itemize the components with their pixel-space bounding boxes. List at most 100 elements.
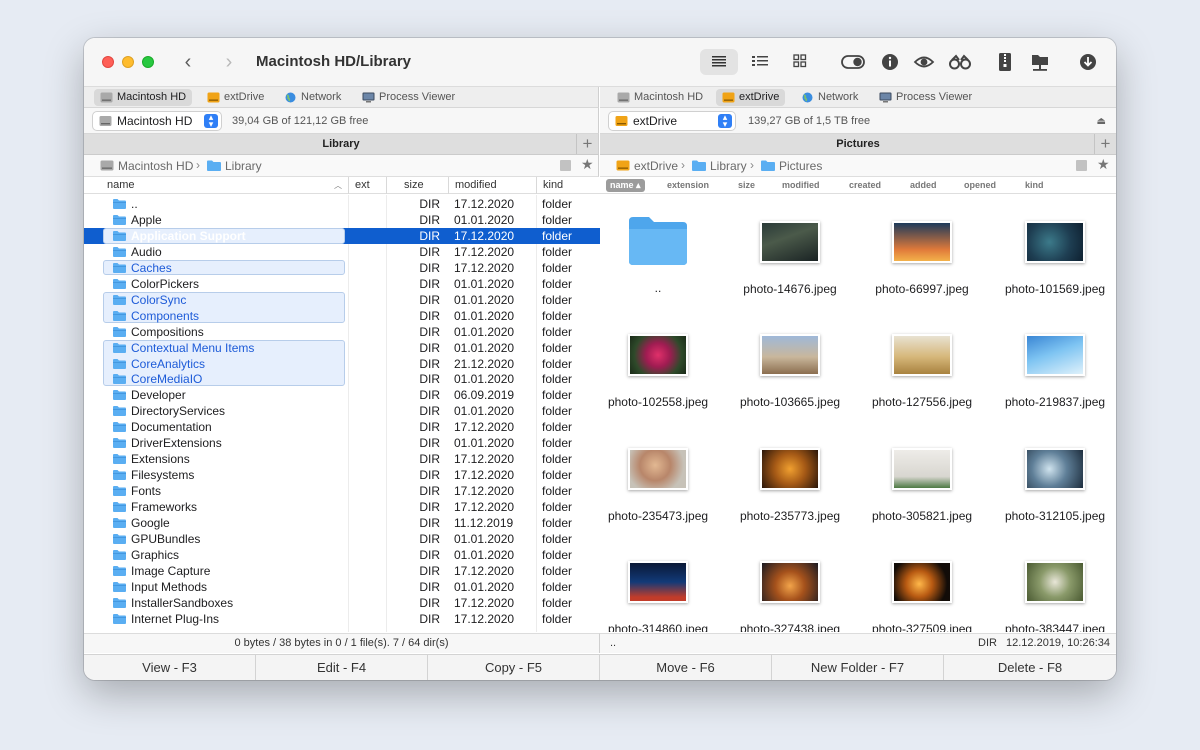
- thumbnail-view-icon[interactable]: [781, 49, 819, 75]
- column-header-ext[interactable]: ext: [348, 177, 386, 194]
- file-row[interactable]: Internet Plug-Ins DIR 17.12.2020 folder: [84, 611, 600, 627]
- file-row[interactable]: CoreAnalytics DIR 21.12.2020 folder: [84, 356, 600, 372]
- column-header-kind[interactable]: kind: [536, 177, 600, 194]
- file-row[interactable]: DriverExtensions DIR 01.01.2020 folder: [84, 435, 600, 451]
- breadcrumb-item[interactable]: Library: [207, 159, 262, 173]
- zoom-window-button[interactable]: [142, 56, 154, 68]
- right-drive-select[interactable]: extDrive ▴ ▾: [608, 111, 736, 131]
- breadcrumb-item[interactable]: Library: [692, 159, 747, 173]
- eye-icon[interactable]: [913, 51, 935, 73]
- download-icon[interactable]: [1077, 51, 1099, 73]
- fkey-move-button[interactable]: Move - F6: [600, 655, 772, 680]
- file-row[interactable]: Fonts DIR 17.12.2020 folder: [84, 483, 600, 499]
- file-name: Filesystems: [131, 468, 195, 483]
- file-row[interactable]: Developer DIR 06.09.2019 folder: [84, 387, 600, 403]
- column-header-name[interactable]: name ▴: [606, 179, 645, 192]
- file-row[interactable]: .. DIR 17.12.2020 folder: [84, 196, 600, 212]
- file-row[interactable]: Extensions DIR 17.12.2020 folder: [84, 451, 600, 467]
- file-row[interactable]: Audio DIR 17.12.2020 folder: [84, 244, 600, 260]
- breadcrumb-item[interactable]: Pictures: [761, 159, 822, 173]
- file-row[interactable]: Frameworks DIR 17.12.2020 folder: [84, 499, 600, 515]
- hard-drive-icon: [100, 160, 114, 171]
- star-icon[interactable]: ★: [581, 156, 594, 173]
- file-size: DIR: [419, 228, 440, 243]
- tab-network[interactable]: Network: [278, 89, 347, 106]
- file-row[interactable]: Application Support DIR 17.12.2020 folder: [84, 227, 600, 244]
- file-name: DirectoryServices: [131, 404, 226, 419]
- column-header-size[interactable]: size: [738, 179, 755, 192]
- column-header-created[interactable]: created: [849, 179, 881, 192]
- file-row[interactable]: ColorPickers DIR 01.01.2020 folder: [84, 276, 600, 292]
- file-row[interactable]: Apple DIR 01.01.2020 folder: [84, 212, 600, 228]
- file-row[interactable]: Caches DIR 17.12.2020 folder: [84, 260, 600, 276]
- file-row[interactable]: Documentation DIR 17.12.2020 folder: [84, 419, 600, 435]
- tab-extdrive[interactable]: extDrive: [201, 89, 270, 106]
- binoculars-icon[interactable]: [948, 51, 971, 73]
- file-row[interactable]: Image Capture DIR 17.12.2020 folder: [84, 563, 600, 579]
- drive-stepper-icon[interactable]: ▴ ▾: [718, 113, 732, 129]
- file-row[interactable]: Contextual Menu Items DIR 01.01.2020 folder: [84, 340, 600, 356]
- tab-network[interactable]: Network: [795, 89, 864, 106]
- star-icon[interactable]: ★: [1097, 156, 1110, 173]
- close-window-button[interactable]: [102, 56, 114, 68]
- column-header-added[interactable]: added: [910, 179, 937, 192]
- right-panel-header: Pictures +: [600, 134, 1116, 155]
- file-row[interactable]: Filesystems DIR 17.12.2020 folder: [84, 467, 600, 483]
- square-icon[interactable]: [560, 160, 571, 171]
- file-row[interactable]: Components DIR 01.01.2020 folder: [84, 308, 600, 324]
- file-row[interactable]: InstallerSandboxes DIR 17.12.2020 folder: [84, 595, 600, 611]
- info-icon[interactable]: [879, 51, 901, 73]
- network-folder-icon[interactable]: [1029, 51, 1051, 73]
- file-size: DIR: [419, 197, 440, 211]
- fkey-edit-button[interactable]: Edit - F4: [256, 655, 428, 680]
- tab-macintosh-hd[interactable]: Macintosh HD: [94, 89, 193, 106]
- folder-icon: [113, 406, 126, 417]
- file-row[interactable]: Google DIR 11.12.2019 folder: [84, 515, 600, 531]
- breadcrumb-item[interactable]: extDrive: [616, 159, 678, 173]
- file-row[interactable]: Graphics DIR 01.01.2020 folder: [84, 547, 600, 563]
- tab-process-viewer[interactable]: Process Viewer: [356, 89, 461, 106]
- eject-icon[interactable]: ⏏: [1097, 116, 1106, 127]
- back-arrow-icon[interactable]: ‹: [177, 52, 199, 74]
- fkey-delete-button[interactable]: Delete - F8: [944, 655, 1116, 680]
- detail-view-icon[interactable]: [741, 49, 779, 75]
- folder-icon: [113, 549, 126, 560]
- tab-extdrive[interactable]: extDrive: [716, 89, 786, 106]
- square-icon[interactable]: [1076, 160, 1087, 171]
- fkey-new-folder-button[interactable]: New Folder - F7: [772, 655, 944, 680]
- list-view-icon[interactable]: [700, 49, 738, 75]
- right-column-headers: name ▴ extension size modified created a…: [600, 177, 1116, 194]
- column-header-name[interactable]: name ︿: [101, 177, 348, 194]
- file-name: photo-66997.jpeg: [875, 282, 969, 296]
- minimize-window-button[interactable]: [122, 56, 134, 68]
- drive-stepper-icon[interactable]: ▴ ▾: [204, 113, 218, 129]
- fkey-view-button[interactable]: View - F3: [84, 655, 256, 680]
- file-row[interactable]: GPUBundles DIR 01.01.2020 folder: [84, 531, 600, 547]
- column-header-size[interactable]: size: [386, 177, 448, 194]
- column-header-modified[interactable]: modified: [782, 179, 820, 192]
- column-header-extension[interactable]: extension: [667, 179, 709, 192]
- breadcrumb-item[interactable]: Macintosh HD: [100, 159, 193, 173]
- file-row[interactable]: CoreMediaIO DIR 01.01.2020 folder: [84, 371, 600, 387]
- tab-macintosh-hd[interactable]: Macintosh HD: [611, 89, 709, 106]
- left-drive-select[interactable]: Macintosh HD ▴ ▾: [92, 111, 222, 131]
- file-modified: 01.01.2020: [454, 436, 515, 451]
- tab-process-viewer[interactable]: Process Viewer: [873, 89, 978, 106]
- archive-icon[interactable]: [994, 51, 1016, 73]
- column-header-opened[interactable]: opened: [964, 179, 996, 192]
- column-header-modified[interactable]: modified: [448, 177, 536, 194]
- file-row[interactable]: Compositions DIR 01.01.2020 folder: [84, 324, 600, 340]
- add-tab-icon[interactable]: +: [576, 134, 598, 154]
- file-row[interactable]: DirectoryServices DIR 01.01.2020 folder: [84, 403, 600, 419]
- fkey-copy-button[interactable]: Copy - F5: [428, 655, 600, 680]
- toggle-icon[interactable]: [841, 51, 865, 73]
- column-header-kind[interactable]: kind: [1025, 179, 1044, 192]
- file-name: Internet Plug-Ins: [131, 611, 220, 626]
- forward-arrow-icon[interactable]: ›: [218, 52, 240, 74]
- sort-ascending-icon: ︿: [334, 181, 342, 190]
- file-kind: folder: [542, 388, 573, 403]
- file-modified: 21.12.2020: [454, 356, 515, 371]
- file-row[interactable]: ColorSync DIR 01.01.2020 folder: [84, 292, 600, 308]
- add-tab-icon[interactable]: +: [1094, 134, 1116, 154]
- file-row[interactable]: Input Methods DIR 01.01.2020 folder: [84, 579, 600, 595]
